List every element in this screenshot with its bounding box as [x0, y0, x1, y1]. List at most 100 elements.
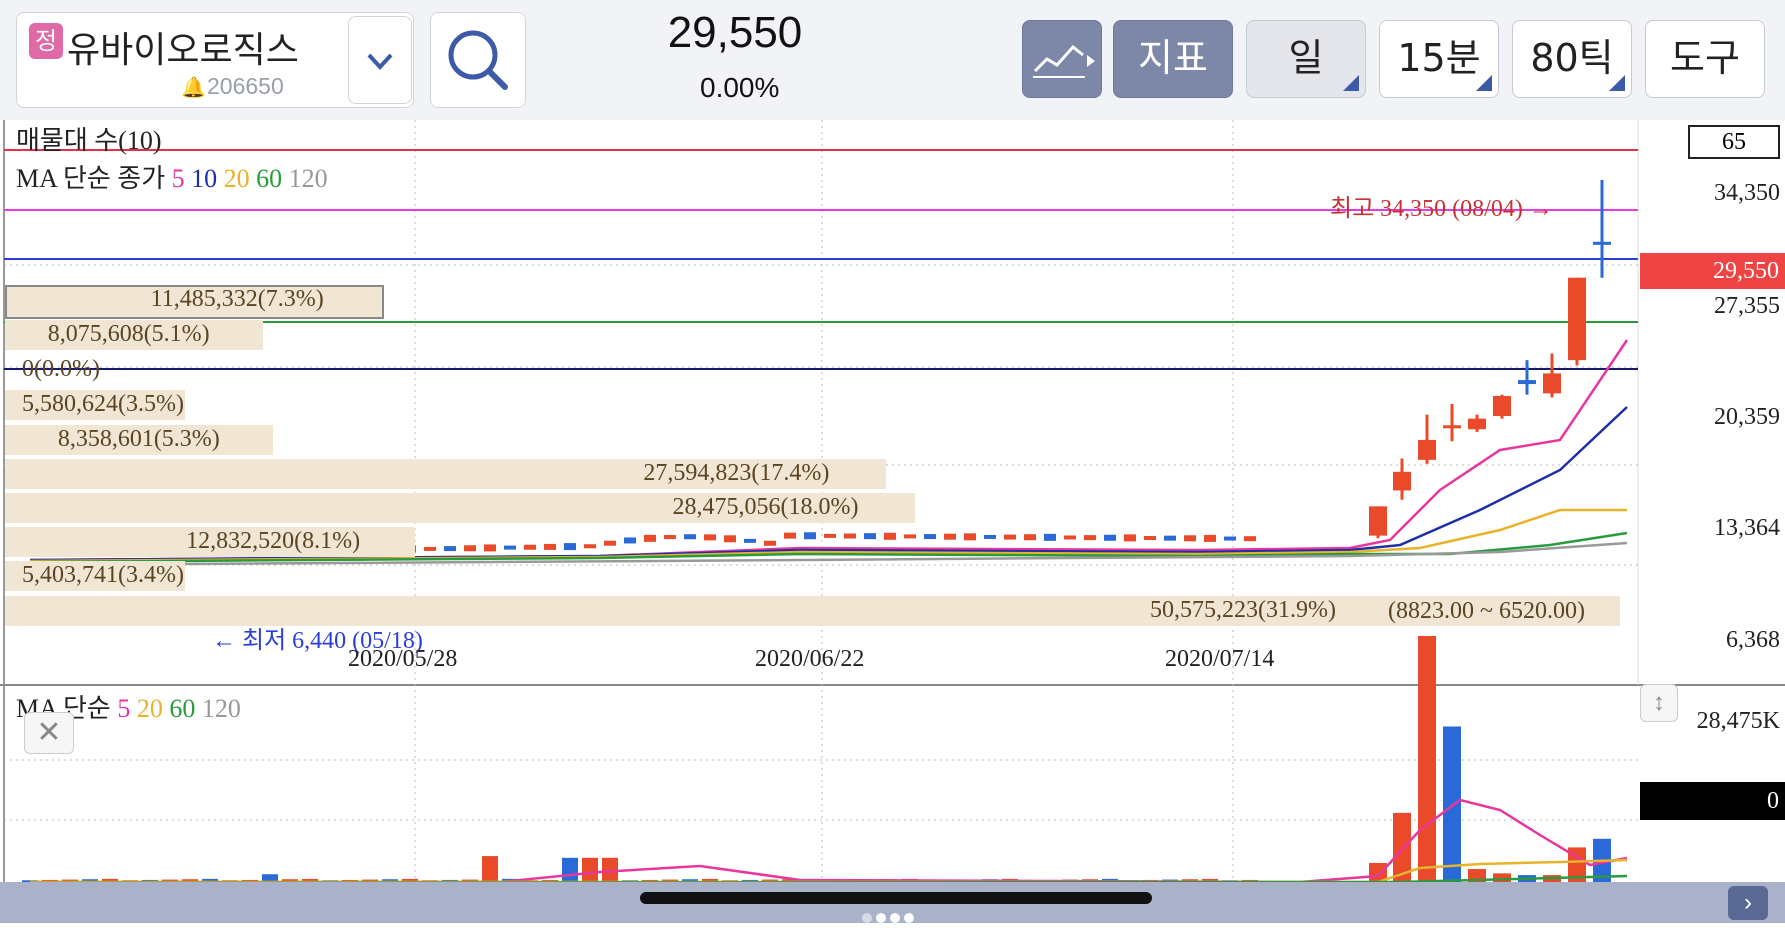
period-daily-button[interactable]: 일 — [1246, 20, 1366, 98]
volume-bar — [1418, 636, 1436, 882]
volume-profile-label: 28,475,056(18.0%) — [672, 494, 859, 520]
candle — [604, 540, 616, 546]
candle — [864, 533, 876, 540]
search-button[interactable] — [430, 12, 526, 108]
ma-period-5: 5 — [171, 164, 185, 193]
candle — [704, 534, 716, 541]
ma-volume-periods: 5 20 60 120 — [117, 694, 241, 723]
candle — [844, 533, 856, 539]
price-axis-label: 27,355 — [1714, 293, 1780, 319]
stock-name: 유바이오로직스 — [67, 30, 299, 71]
volume-profile-label: 12,832,520(8.1%) — [186, 528, 361, 554]
next-arrow-icon[interactable]: › — [1728, 886, 1768, 920]
candle — [1124, 534, 1136, 542]
candle — [684, 534, 696, 540]
candle — [1044, 533, 1056, 541]
volume-profile-range: (8823.00 ~ 6520.00) — [1388, 598, 1585, 624]
ma-price-legend: MA 단순 종가 5 10 20 60 120 — [16, 158, 328, 195]
volume-profile-label: 5,580,624(3.5%) — [22, 391, 184, 417]
candle — [644, 534, 656, 542]
ma-period-120: 120 — [195, 694, 241, 723]
candle — [724, 535, 736, 543]
volume-profile-label: 8,358,601(5.3%) — [57, 426, 220, 452]
search-icon — [448, 30, 508, 90]
period-daily-label: 일 — [1288, 36, 1324, 80]
ma-price-periods: 5 10 20 60 120 — [172, 164, 328, 193]
volume-axis-max: 28,475K — [1696, 708, 1780, 734]
volume-bar — [582, 857, 598, 882]
candle — [904, 534, 916, 539]
price-axis-label: 34,350 — [1714, 180, 1780, 206]
candle-body — [1443, 425, 1461, 429]
candle — [444, 546, 456, 552]
candle — [1224, 536, 1236, 541]
candle — [524, 544, 536, 550]
candle — [964, 533, 976, 541]
candle — [944, 533, 956, 540]
stock-dropdown-button[interactable] — [348, 16, 412, 104]
volume-profile-label: 11,485,332(7.3%) — [150, 286, 324, 312]
tools-button[interactable]: 도구 — [1645, 20, 1765, 98]
page-dots — [860, 910, 916, 928]
date-axis-label: 2020/06/22 — [755, 646, 865, 672]
candle — [804, 532, 816, 540]
candle-body — [1568, 277, 1586, 361]
candle — [764, 540, 776, 546]
line-chart-icon — [1033, 44, 1095, 78]
ma-period-60: 60 — [249, 164, 283, 193]
page-dot — [862, 913, 872, 923]
volume-profile-label: 0(0.0%) — [22, 356, 100, 382]
candle-body — [1369, 506, 1387, 536]
ma-period-60: 60 — [162, 694, 196, 723]
page-dot — [904, 913, 914, 923]
candle — [664, 535, 676, 540]
page-dot — [890, 913, 900, 923]
chevron-down-icon — [367, 53, 393, 70]
volume-value-box: 0 — [1640, 782, 1785, 820]
minute-interval-button[interactable]: 15분 — [1379, 20, 1499, 98]
volume-profile-label: 5,403,741(3.4%) — [22, 562, 184, 588]
candle — [1084, 535, 1096, 541]
ma-period-20: 20 — [217, 164, 250, 193]
candle — [1064, 535, 1076, 540]
candle-body — [1493, 396, 1511, 416]
candle — [984, 534, 996, 539]
volume-profile-label: 8,075,608(5.1%) — [47, 321, 210, 347]
candle — [1004, 534, 1016, 540]
candle — [624, 537, 636, 544]
stock-code: 206650 — [207, 73, 284, 99]
candle — [484, 544, 496, 552]
candle-body — [1518, 380, 1536, 385]
candle — [544, 543, 556, 550]
bottom-bar: › — [0, 882, 1785, 923]
candle — [1184, 535, 1196, 542]
home-indicator[interactable] — [640, 892, 1152, 904]
close-icon[interactable]: ✕ — [24, 712, 74, 754]
chart-type-button[interactable] — [1022, 20, 1102, 98]
candle — [1164, 535, 1176, 541]
top-toolbar: 정 유바이오로직스 🔔 206650 29,550 0.00% 지표 일 15분… — [0, 0, 1785, 121]
ma-period-20: 20 — [130, 694, 163, 723]
price-change: 0.00% — [700, 72, 780, 103]
candle — [424, 546, 436, 551]
dropdown-corner-icon — [1343, 75, 1359, 91]
page-dot — [876, 913, 886, 923]
candle — [464, 545, 476, 552]
stock-badge: 정 — [29, 23, 63, 59]
volume-profile-label: 50,575,223(31.9%) — [1150, 597, 1336, 623]
tick-interval-button[interactable]: 80틱 — [1512, 20, 1632, 98]
dropdown-corner-icon — [1476, 75, 1492, 91]
candle — [784, 532, 796, 539]
volume-profile-count-box: 65 — [1688, 125, 1780, 159]
candle — [884, 532, 896, 540]
volume-profile-title: 매물대 수(10) — [16, 126, 162, 155]
indicator-button[interactable]: 지표 — [1113, 20, 1233, 98]
candle — [584, 544, 596, 549]
ma-period-5: 5 — [117, 694, 131, 723]
candle-body — [1418, 439, 1436, 460]
candle-body — [1593, 241, 1611, 245]
date-axis-label: 2020/05/28 — [348, 646, 458, 672]
ma-period-10: 10 — [184, 164, 218, 193]
candle — [504, 545, 516, 550]
candle — [1104, 534, 1116, 541]
